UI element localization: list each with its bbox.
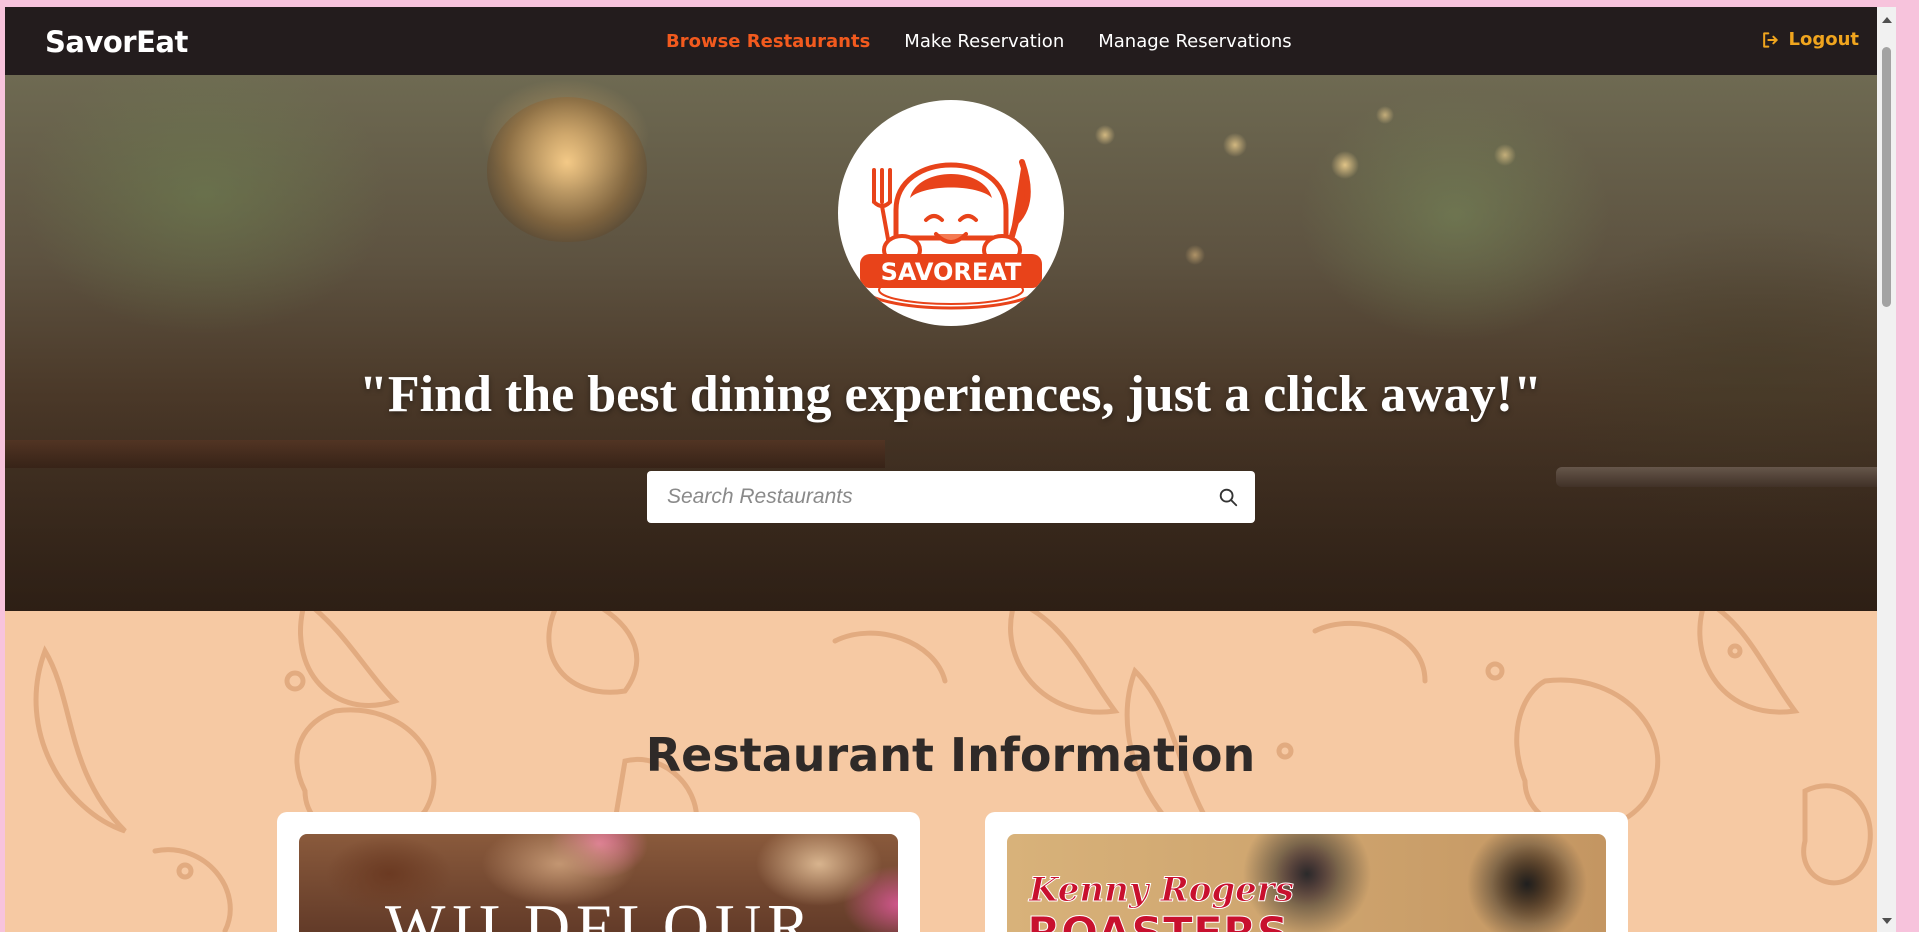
nav-make-reservation[interactable]: Make Reservation	[904, 31, 1064, 52]
restaurant-info-section: Restaurant Information WILDFLOUR Kenny R…	[5, 611, 1896, 932]
logo-text: SAVOREAT	[881, 258, 1022, 286]
nav-browse-restaurants[interactable]: Browse Restaurants	[666, 31, 870, 52]
search-bar	[647, 471, 1255, 523]
restaurant-card-image: WILDFLOUR	[299, 834, 898, 932]
scroll-thumb[interactable]	[1882, 47, 1891, 307]
search-input[interactable]	[647, 471, 1217, 523]
browser-viewport: SavorEat Browse Restaurants Make Reserva…	[5, 7, 1896, 932]
section-title: Restaurant Information	[645, 728, 1256, 782]
hero-banner: SAVOREAT "Find the best dining experienc…	[5, 75, 1896, 611]
scroll-up-arrow-icon[interactable]	[1882, 17, 1892, 23]
restaurant-card[interactable]: WILDFLOUR	[277, 812, 920, 932]
logout-label: Logout	[1788, 29, 1859, 50]
restaurant-card-image-text-2: ROASTERS	[1027, 908, 1289, 932]
search-icon[interactable]	[1217, 486, 1239, 508]
restaurant-card-image-text: Kenny Rogers	[1029, 870, 1295, 911]
brand-logo[interactable]: SavorEat	[45, 25, 188, 59]
savoreat-logo: SAVOREAT	[838, 100, 1064, 326]
logout-button[interactable]: Logout	[1760, 29, 1859, 50]
savoreat-logo-graphic: SAVOREAT	[859, 159, 1043, 310]
scroll-down-arrow-icon[interactable]	[1882, 918, 1892, 924]
logout-icon	[1763, 31, 1779, 48]
page-scrollbar[interactable]	[1877, 7, 1896, 932]
navbar: SavorEat Browse Restaurants Make Reserva…	[5, 7, 1896, 75]
restaurant-card-image-text: WILDFLOUR	[385, 891, 816, 932]
hero-tagline: "Find the best dining experiences, just …	[359, 366, 1542, 423]
nav-manage-reservations[interactable]: Manage Reservations	[1098, 31, 1291, 52]
restaurant-card-image: Kenny Rogers ROASTERS	[1007, 834, 1606, 932]
nav-links: Browse Restaurants Make Reservation Mana…	[666, 7, 1292, 75]
restaurant-card[interactable]: Kenny Rogers ROASTERS	[985, 812, 1628, 932]
